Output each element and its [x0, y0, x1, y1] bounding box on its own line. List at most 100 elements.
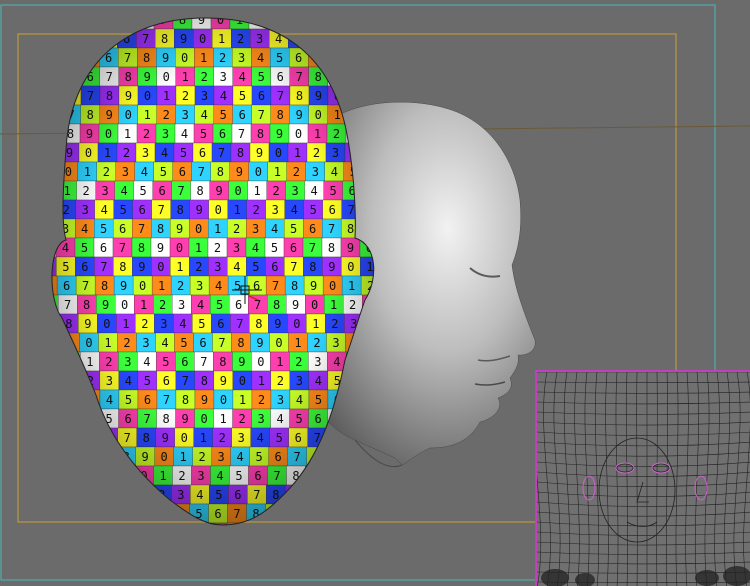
checker-digit: 0 — [371, 51, 378, 65]
uv-edge — [743, 372, 750, 586]
checker-digit: 3 — [328, 526, 335, 540]
checker-digit: 2 — [328, 507, 335, 521]
checker-cell — [94, 503, 114, 524]
checker-cell — [323, 484, 343, 505]
checker-cell — [365, 66, 374, 87]
checker-digit: 2 — [290, 545, 297, 559]
uv-editor-panel[interactable] — [535, 370, 750, 586]
textured-head-model[interactable]: 1234567890123456782345678901234567893456… — [37, 10, 390, 580]
checker-cell — [132, 503, 152, 524]
uv-edge — [537, 391, 750, 394]
checker-digit: 6 — [64, 469, 71, 483]
checker-cell — [189, 542, 208, 561]
uv-edge — [723, 372, 731, 586]
checker-digit: 8 — [233, 526, 240, 540]
checker-cell — [322, 542, 341, 561]
checker-cell — [305, 18, 326, 30]
checker-cell — [51, 142, 61, 163]
checker-digit: 8 — [62, 507, 69, 521]
checker-cell — [342, 484, 362, 505]
checker-digit: 6 — [176, 545, 183, 559]
checker-cell — [51, 199, 57, 220]
checker-cell — [55, 522, 76, 525]
checker-cell — [61, 351, 81, 372]
checker-digit: 0 — [330, 469, 337, 483]
checker-digit: 7 — [366, 564, 373, 578]
checker-cell — [133, 561, 152, 580]
checker-cell — [51, 104, 62, 125]
checker-cell — [207, 522, 228, 525]
checker-cell — [228, 561, 247, 580]
checker-cell — [365, 47, 374, 68]
checker-cell — [321, 522, 342, 525]
checker-cell — [61, 408, 81, 429]
checker-cell — [151, 542, 170, 561]
checker-cell — [345, 28, 365, 49]
checker-digit: 5 — [44, 279, 51, 293]
checker-cell — [302, 522, 323, 525]
checker-digit: 1 — [62, 564, 69, 578]
checker-cell — [51, 332, 61, 353]
checker-digit: 2 — [100, 545, 107, 559]
checker-cell — [115, 18, 136, 30]
checker-cell — [364, 28, 374, 49]
checker-digit: 5 — [122, 13, 129, 27]
checker-cell — [343, 465, 363, 486]
checker-digit: 2 — [271, 564, 278, 578]
checker-cell — [324, 18, 345, 30]
checker-digit: 0 — [290, 507, 297, 521]
checker-digit: 1 — [329, 488, 336, 502]
checker-digit: 5 — [138, 564, 145, 578]
checker-digit: 3 — [100, 564, 107, 578]
checker-cell — [56, 542, 75, 561]
checker-cell — [245, 522, 266, 525]
checker-digit: 1 — [100, 526, 107, 540]
checker-digit: 5 — [68, 70, 75, 84]
checker-cell — [51, 484, 58, 505]
checker-digit: 0 — [43, 564, 50, 578]
checker-digit: 5 — [45, 469, 52, 483]
checker-digit: 2 — [81, 564, 88, 578]
checker-digit: 2 — [372, 89, 379, 103]
checker-digit: 2 — [65, 13, 72, 27]
checker-cell — [61, 47, 81, 68]
checker-cell — [51, 161, 59, 182]
modeling-viewport[interactable]: 1234567890123456782345678901234567893456… — [0, 0, 750, 586]
checker-digit: 6 — [141, 13, 148, 27]
checker-cell — [94, 542, 113, 561]
checker-cell — [77, 18, 98, 30]
checker-digit: 4 — [328, 545, 335, 559]
checker-cell — [286, 18, 307, 30]
checker-cell — [51, 180, 58, 201]
checker-digit: 2 — [138, 507, 145, 521]
checker-digit: 3 — [367, 488, 374, 502]
checker-cell — [305, 465, 325, 486]
checker-cell — [365, 85, 374, 106]
checker-digit: 5 — [86, 51, 93, 65]
checker-cell — [77, 465, 97, 486]
checker-digit: 0 — [67, 355, 74, 369]
checker-cell — [150, 522, 171, 525]
checker-digit: 8 — [369, 13, 376, 27]
uv-edge — [537, 501, 750, 507]
checker-cell — [76, 561, 95, 580]
checker-digit: 0 — [81, 526, 88, 540]
checker-digit: 9 — [121, 469, 128, 483]
checker-cell — [95, 484, 115, 505]
checker-digit: 2 — [68, 393, 75, 407]
checker-cell — [38, 561, 57, 580]
checker-digit: 4 — [86, 412, 93, 426]
checker-digit: 8 — [102, 469, 109, 483]
checker-cell — [75, 503, 95, 524]
checker-digit: 5 — [86, 431, 93, 445]
checker-cell — [51, 237, 57, 258]
uv-wireframe[interactable] — [537, 372, 750, 586]
checker-cell — [247, 561, 266, 580]
checker-digit: 4 — [293, 13, 300, 27]
uv-edge — [733, 372, 741, 586]
checker-cell — [113, 542, 132, 561]
uv-edge — [615, 372, 619, 586]
checker-digit: 3 — [157, 507, 164, 521]
checker-digit: 1 — [81, 545, 88, 559]
checker-cell — [78, 446, 98, 467]
